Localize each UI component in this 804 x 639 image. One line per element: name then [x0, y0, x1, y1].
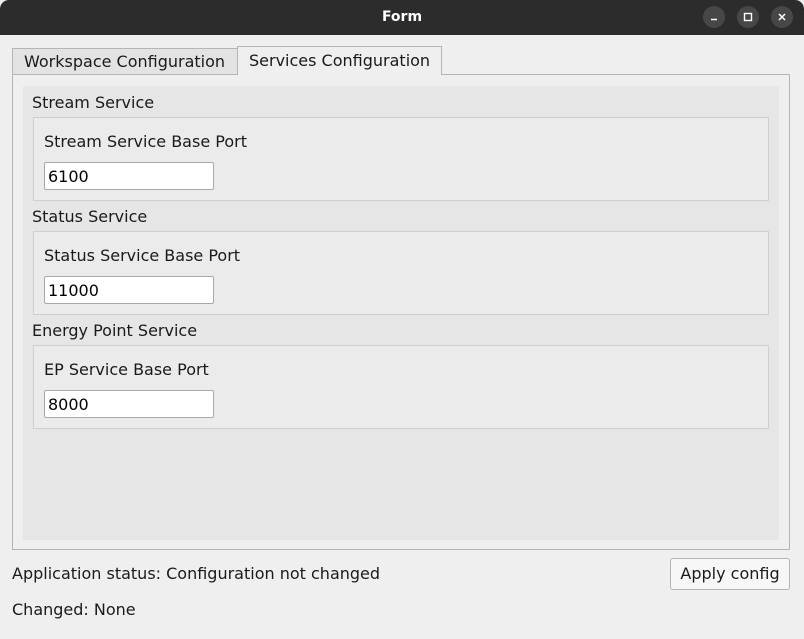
close-icon	[778, 13, 786, 21]
tab-workspace-configuration[interactable]: Workspace Configuration	[12, 48, 238, 74]
status-service-group-title: Status Service	[32, 207, 148, 226]
services-scroll-area: Stream Service Stream Service Base Port …	[23, 86, 779, 540]
stream-service-group-title: Stream Service	[32, 93, 155, 112]
energy-point-service-group-title: Energy Point Service	[32, 321, 198, 340]
services-tab-pane: Stream Service Stream Service Base Port …	[12, 74, 790, 550]
window-title: Form	[381, 9, 423, 25]
minimize-button[interactable]	[703, 6, 725, 28]
title-bar: Form	[0, 0, 804, 35]
apply-config-button[interactable]: Apply config	[670, 558, 790, 590]
status-service-port-label: Status Service Base Port	[44, 246, 241, 265]
form-window: Form Workspace Configuration Services Co…	[0, 0, 804, 639]
close-button[interactable]	[771, 6, 793, 28]
status-service-group: Status Service Base Port	[33, 231, 769, 315]
energy-point-service-group: EP Service Base Port	[33, 345, 769, 429]
stream-service-group: Stream Service Base Port	[33, 117, 769, 201]
changed-label: Changed: None	[12, 600, 136, 619]
status-service-port-input[interactable]	[44, 276, 214, 304]
maximize-button[interactable]	[737, 6, 759, 28]
tab-services-configuration[interactable]: Services Configuration	[237, 46, 442, 75]
form-content: Workspace Configuration Services Configu…	[0, 35, 804, 639]
minimize-icon	[711, 18, 717, 21]
ep-service-port-input[interactable]	[44, 390, 214, 418]
stream-service-port-input[interactable]	[44, 162, 214, 190]
application-status-label: Application status: Configuration not ch…	[12, 564, 381, 583]
stream-service-port-label: Stream Service Base Port	[44, 132, 247, 151]
maximize-icon	[743, 12, 753, 22]
ep-service-port-label: EP Service Base Port	[44, 360, 209, 379]
